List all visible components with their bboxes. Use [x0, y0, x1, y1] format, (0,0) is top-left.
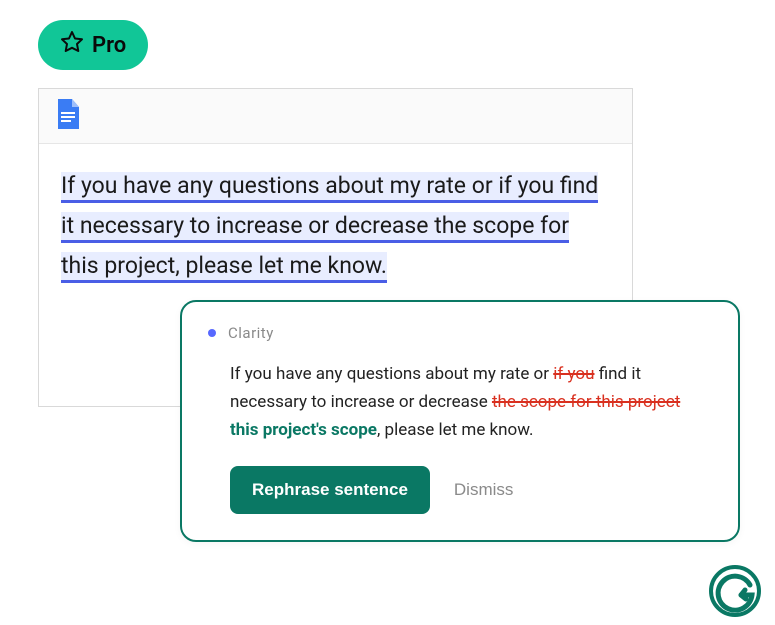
- suggestion-popup: Clarity If you have any questions about …: [180, 300, 740, 542]
- suggestion-insert: this project's scope: [230, 420, 377, 440]
- pro-badge-label: Pro: [92, 33, 126, 58]
- suggestion-actions: Rephrase sentence Dismiss: [208, 466, 712, 514]
- suggestion-strike: the scope for this project: [492, 392, 680, 412]
- star-icon: [60, 30, 84, 60]
- suggestion-segment: If you have any questions about my rate …: [230, 364, 553, 384]
- suggestion-category: Clarity: [228, 324, 274, 342]
- document-icon: [55, 99, 79, 133]
- suggestion-strike: if you: [553, 364, 594, 384]
- rephrase-button[interactable]: Rephrase sentence: [230, 466, 430, 514]
- suggestion-text: If you have any questions about my rate …: [208, 360, 712, 444]
- pro-badge: Pro: [38, 20, 148, 70]
- document-header: [39, 89, 632, 144]
- dismiss-button[interactable]: Dismiss: [454, 480, 514, 500]
- suggestion-segment: , please let me know.: [377, 420, 534, 440]
- category-dot-icon: [208, 329, 216, 337]
- grammarly-icon[interactable]: [709, 565, 761, 617]
- highlighted-sentence[interactable]: If you have any questions about my rate …: [61, 172, 598, 283]
- suggestion-header: Clarity: [208, 324, 712, 342]
